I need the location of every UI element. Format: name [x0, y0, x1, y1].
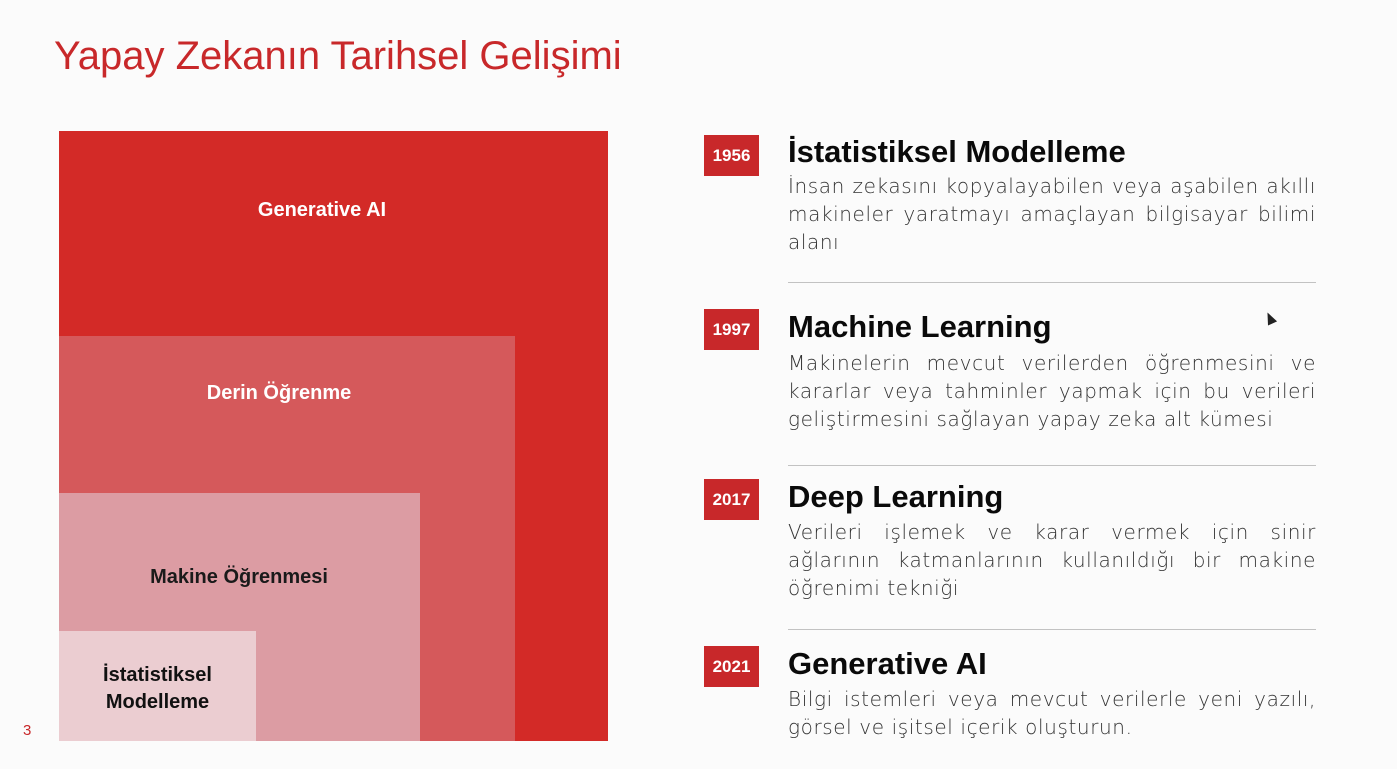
- slide-title: Yapay Zekanın Tarihsel Gelişimi: [54, 34, 622, 78]
- mouse-cursor-icon: [1262, 310, 1278, 326]
- year-badge: 1997: [704, 309, 759, 350]
- generative-ai-label: Generative AI: [257, 199, 387, 221]
- year-badge: 2017: [704, 479, 759, 520]
- timeline-divider: [788, 282, 1316, 283]
- entry-title: Machine Learning: [788, 309, 1052, 344]
- statistical-label-line1: İstatistiksel: [103, 664, 212, 686]
- entry-description: Makinelerin mevcut verilerden öğrenmesin…: [788, 351, 1316, 431]
- year-badge: 2021: [704, 646, 759, 687]
- entry-description: Verileri işlemek ve karar vermek için si…: [788, 520, 1316, 600]
- statistical-modeling-label: İstatistiksel Modelleme: [59, 662, 256, 716]
- statistical-modeling-box: İstatistiksel Modelleme: [59, 631, 256, 741]
- statistical-label-line2: Modelleme: [105, 691, 210, 713]
- entry-title: Deep Learning: [788, 479, 1004, 514]
- timeline-divider: [788, 465, 1316, 466]
- timeline-divider: [788, 629, 1316, 630]
- machine-learning-label: Makine Öğrenmesi: [150, 566, 328, 588]
- entry-description: İnsan zekasını kopyalayabilen veya aşabi…: [788, 174, 1316, 254]
- deep-learning-label: Derin Öğrenme: [206, 382, 352, 404]
- year-badge: 1956: [704, 135, 759, 176]
- entry-description: Bilgi istemleri veya mevcut verilerle ye…: [788, 687, 1316, 739]
- entry-title: Generative AI: [788, 646, 987, 681]
- entry-title: İstatistiksel Modelleme: [788, 134, 1126, 169]
- page-number: 3: [23, 722, 32, 739]
